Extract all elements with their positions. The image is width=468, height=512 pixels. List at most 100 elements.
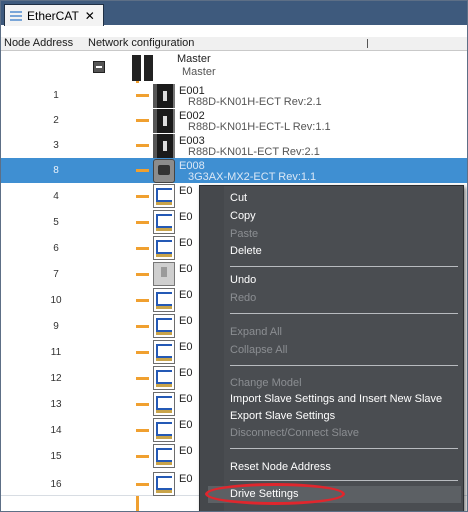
inverter-icon [153, 159, 175, 183]
ethercat-editor-window: EtherCAT ✕ Node Address Network configur… [0, 0, 468, 512]
wire-branch [136, 455, 149, 458]
menu-item-change-model: Change Model [230, 377, 302, 389]
menu-separator [230, 480, 458, 481]
device-name: E0 [179, 445, 193, 457]
node-address: 1 [53, 90, 59, 101]
node-address: 12 [50, 373, 62, 384]
node-address: 8 [53, 165, 59, 176]
wire-branch [136, 429, 149, 432]
header-network-configuration[interactable]: Network configuration [88, 37, 194, 50]
device-name: E0 [179, 185, 193, 197]
device-name: E0 [179, 263, 193, 275]
node-address: 11 [50, 347, 62, 358]
node-address: 6 [53, 243, 59, 254]
header-node-address[interactable]: Node Address [4, 37, 73, 50]
menu-item-export-slave-settings[interactable]: Export Slave Settings [230, 410, 335, 422]
device-name: E0 [179, 393, 193, 405]
io-terminal-icon [153, 472, 175, 496]
node-address: 4 [53, 191, 59, 202]
device-name: E0 [179, 211, 193, 223]
node-address: 15 [50, 451, 62, 462]
node-address: 9 [53, 321, 59, 332]
menu-item-undo[interactable]: Undo [230, 274, 256, 286]
wire-branch [136, 144, 149, 147]
tab-ethercat[interactable]: EtherCAT ✕ [4, 4, 104, 26]
column-splitter[interactable] [367, 39, 368, 48]
wire-branch [136, 169, 149, 172]
node-address: 7 [53, 269, 59, 280]
device-model: R88D-KN01H-ECT Rev:2.1 [188, 96, 322, 108]
slave-row-e008[interactable]: 8 E008 3G3AX-MX2-ECT Rev:1.1 [1, 158, 467, 184]
tab-bar: EtherCAT ✕ [1, 1, 467, 26]
menu-separator [230, 266, 458, 267]
menu-separator [230, 365, 458, 366]
device-name: E0 [179, 315, 193, 327]
menu-separator [230, 313, 458, 314]
wire-branch [136, 195, 149, 198]
device-name: E0 [179, 341, 193, 353]
master-row[interactable]: Master Master [1, 51, 467, 84]
wire-branch [136, 247, 149, 250]
servo-drive-icon [153, 84, 175, 108]
close-icon[interactable]: ✕ [85, 9, 95, 23]
device-name: E0 [179, 289, 193, 301]
io-terminal-icon [153, 444, 175, 468]
menu-item-cut[interactable]: Cut [230, 192, 247, 204]
node-address: 13 [50, 399, 62, 410]
wire-branch [136, 351, 149, 354]
menu-icon-column [200, 186, 224, 511]
node-address: 3 [53, 140, 59, 151]
wire-branch [136, 94, 149, 97]
io-terminal-icon [153, 184, 175, 208]
menu-item-import-slave-settings[interactable]: Import Slave Settings and Insert New Sla… [230, 393, 442, 405]
io-terminal-icon [153, 314, 175, 338]
menu-item-paste: Paste [230, 228, 259, 240]
slave-row-e002[interactable]: 2 E002 R88D-KN01H-ECT-L Rev:1.1 [1, 108, 467, 134]
menu-item-copy[interactable]: Copy [230, 210, 256, 222]
slave-row-e001[interactable]: 1 E001 R88D-KN01H-ECT Rev:2.1 [1, 83, 467, 109]
node-address: 10 [50, 295, 62, 306]
io-terminal-icon [153, 236, 175, 260]
slave-row-e003[interactable]: 3 E003 R88D-KN01L-ECT Rev:2.1 [1, 133, 467, 159]
tab-label: EtherCAT [27, 8, 79, 23]
menu-item-delete[interactable]: Delete [230, 245, 262, 257]
menu-separator [230, 448, 458, 449]
menu-item-drive-settings[interactable]: Drive Settings [230, 488, 298, 500]
menu-item-expand-all: Expand All [230, 326, 282, 338]
node-address: 16 [50, 479, 62, 490]
wire-branch [136, 119, 149, 122]
collapse-toggle-icon[interactable] [93, 61, 105, 73]
context-menu: Cut Copy Paste Delete Undo Redo Expand A… [199, 185, 464, 511]
master-name: Master [177, 53, 211, 65]
column-header: Node Address Network configuration [1, 37, 467, 51]
node-address: 14 [50, 425, 62, 436]
servo-drive-icon [153, 134, 175, 158]
node-address: 5 [53, 217, 59, 228]
wire-branch [136, 299, 149, 302]
wire-branch [136, 221, 149, 224]
io-terminal-icon [153, 418, 175, 442]
wire-branch [136, 403, 149, 406]
io-terminal-icon [153, 210, 175, 234]
menu-item-redo: Redo [230, 292, 257, 304]
device-name: E0 [179, 237, 193, 249]
io-terminal-icon [153, 288, 175, 312]
menu-item-collapse-all: Collapse All [230, 344, 288, 356]
wire-branch [136, 325, 149, 328]
device-name: E0 [179, 419, 193, 431]
io-terminal-icon [153, 366, 175, 390]
menu-item-reset-node-address[interactable]: Reset Node Address [230, 461, 331, 473]
menu-item-disconnect-connect: Disconnect/Connect Slave [230, 427, 360, 439]
device-model: 3G3AX-MX2-ECT Rev:1.1 [188, 171, 317, 183]
device-name: E0 [179, 367, 193, 379]
io-unit-icon [153, 262, 175, 286]
device-model: R88D-KN01L-ECT Rev:2.1 [188, 146, 320, 158]
io-terminal-icon [153, 340, 175, 364]
master-controller-icon [132, 55, 154, 81]
wire-branch [136, 377, 149, 380]
master-sub: Master [182, 66, 216, 78]
ethercat-tab-icon [9, 8, 23, 23]
node-address: 2 [53, 115, 59, 126]
device-model: R88D-KN01H-ECT-L Rev:1.1 [188, 121, 331, 133]
servo-drive-icon [153, 109, 175, 133]
